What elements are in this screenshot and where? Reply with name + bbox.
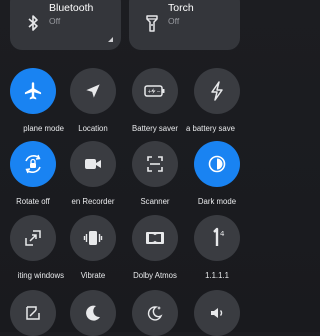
rotate-button[interactable]: [10, 141, 56, 187]
svg-text:4: 4: [220, 230, 225, 238]
moon-star-icon: [147, 306, 163, 321]
toggle-sound[interactable]: [186, 290, 248, 336]
bluetooth-status: Off: [49, 16, 61, 26]
rotate-label: Rotate off: [16, 197, 50, 206]
toggle-battery-saver[interactable]: + − Battery saver: [124, 68, 186, 133]
rotate-lock-icon: [25, 154, 41, 174]
toggle-1111[interactable]: 4 1.1.1.1: [186, 215, 248, 280]
sound-button[interactable]: [194, 290, 240, 336]
screenshot-icon: [26, 306, 40, 320]
toggle-reading-mode[interactable]: [124, 290, 186, 336]
toggle-floating-windows[interactable]: iting windows: [2, 215, 64, 280]
bluetooth-icon: [23, 13, 43, 33]
toggle-dark-mode[interactable]: Dark mode: [186, 141, 248, 206]
video-icon: [85, 159, 101, 169]
toggle-ultra-battery-saver[interactable]: a battery save: [186, 68, 248, 133]
scanner-icon: [147, 156, 163, 172]
svg-text:+: +: [148, 89, 152, 95]
toggle-airplane-mode[interactable]: plane mode: [2, 68, 64, 133]
dark-mode-button[interactable]: [194, 141, 240, 187]
bluetooth-tile[interactable]: Bluetooth Off: [10, 0, 121, 50]
screenshot-button[interactable]: [10, 290, 56, 336]
airplane-label: plane mode: [23, 124, 64, 133]
location-label: Location: [78, 124, 108, 133]
ultra-battery-saver-button[interactable]: [194, 68, 240, 114]
screen-recorder-button[interactable]: [70, 141, 116, 187]
scanner-button[interactable]: [132, 141, 178, 187]
dolby-atmos-button[interactable]: [132, 215, 178, 261]
toggle-scanner[interactable]: Scanner: [124, 141, 186, 206]
screen-recorder-label: en Recorder: [71, 197, 115, 206]
floating-window-icon: [25, 230, 41, 246]
toggle-vibrate[interactable]: Vibrate: [62, 215, 124, 280]
1111-button[interactable]: 4: [194, 215, 240, 261]
1111-label: 1.1.1.1: [205, 271, 229, 280]
dark-mode-label: Dark mode: [197, 197, 237, 206]
dnd-button[interactable]: [70, 290, 116, 336]
vibrate-label: Vibrate: [80, 271, 106, 280]
speaker-icon: [211, 308, 223, 318]
toggle-location[interactable]: Location: [62, 68, 124, 133]
toggle-screen-recorder[interactable]: en Recorder: [62, 141, 124, 206]
torch-status: Off: [168, 16, 180, 26]
torch-title: Torch: [168, 2, 194, 14]
airplane-icon: [24, 82, 42, 100]
vibrate-icon: [83, 231, 103, 245]
scanner-label: Scanner: [140, 197, 170, 206]
floating-windows-button[interactable]: [10, 215, 56, 261]
vibrate-button[interactable]: [70, 215, 116, 261]
reading-mode-button[interactable]: [132, 290, 178, 336]
moon-icon: [86, 305, 100, 321]
toggle-screenshot[interactable]: [2, 290, 64, 336]
dolby-icon: [146, 232, 164, 244]
dns-1111-icon: 4: [213, 227, 225, 246]
dolby-atmos-label: Dolby Atmos: [133, 271, 177, 280]
dark-mode-icon: [208, 155, 226, 173]
svg-text:−: −: [157, 89, 161, 95]
toggle-do-not-disturb[interactable]: [62, 290, 124, 336]
expand-corner-icon: [108, 37, 113, 42]
battery-saver-button[interactable]: + −: [132, 68, 178, 114]
battery-saver-label: Battery saver: [132, 124, 178, 133]
toggle-rotate[interactable]: Rotate off: [2, 141, 64, 206]
location-icon: [86, 84, 100, 98]
bluetooth-title: Bluetooth: [49, 2, 94, 14]
airplane-button[interactable]: [10, 68, 56, 114]
lightning-icon: [211, 81, 223, 101]
toggle-dolby-atmos[interactable]: Dolby Atmos: [124, 215, 186, 280]
location-button[interactable]: [70, 68, 116, 114]
torch-icon: [142, 13, 162, 33]
ultra-battery-saver-label: a battery save: [186, 124, 235, 133]
torch-tile[interactable]: Torch Off: [129, 0, 240, 50]
floating-windows-label: iting windows: [17, 271, 64, 280]
battery-icon: + −: [144, 85, 165, 97]
